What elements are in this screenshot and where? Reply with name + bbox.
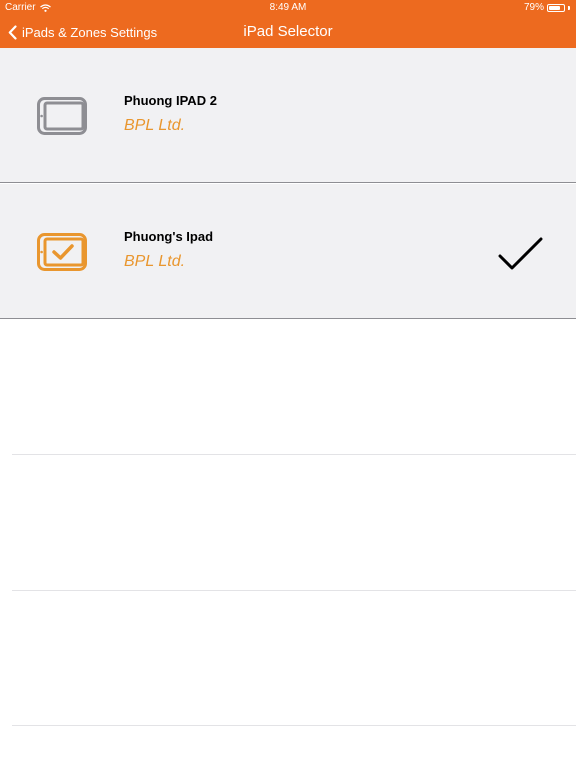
back-button[interactable]: iPads & Zones Settings <box>8 16 157 48</box>
empty-row-divider <box>12 590 576 591</box>
clock: 8:49 AM <box>269 2 307 13</box>
ipad-checked-icon <box>37 233 87 271</box>
ipad-icon <box>37 97 87 135</box>
empty-row-divider <box>12 454 576 455</box>
battery-area: 79% <box>524 2 570 13</box>
battery-tip <box>568 5 570 10</box>
device-row-phuong-ipad-2[interactable]: Phuong IPAD 2 BPL Ltd. <box>0 48 576 183</box>
back-label: iPads & Zones Settings <box>22 24 158 40</box>
checkmark-icon <box>498 237 543 270</box>
navigation-bar: iPads & Zones Settings iPad Selector <box>0 16 576 48</box>
device-company: BPL Ltd. <box>124 253 186 270</box>
chevron-left-icon <box>8 24 17 40</box>
battery-percent: 79% <box>523 2 544 13</box>
device-name: Phuong's Ipad <box>124 229 214 244</box>
empty-row-divider <box>12 725 576 726</box>
device-row-phuongs-ipad[interactable]: Phuong's Ipad BPL Ltd. <box>0 184 576 319</box>
device-name: Phuong IPAD 2 <box>124 93 217 108</box>
device-company: BPL Ltd. <box>124 117 186 134</box>
battery-icon <box>547 3 565 12</box>
status-bar: Carrier 8:49 AM 79% <box>0 0 576 16</box>
